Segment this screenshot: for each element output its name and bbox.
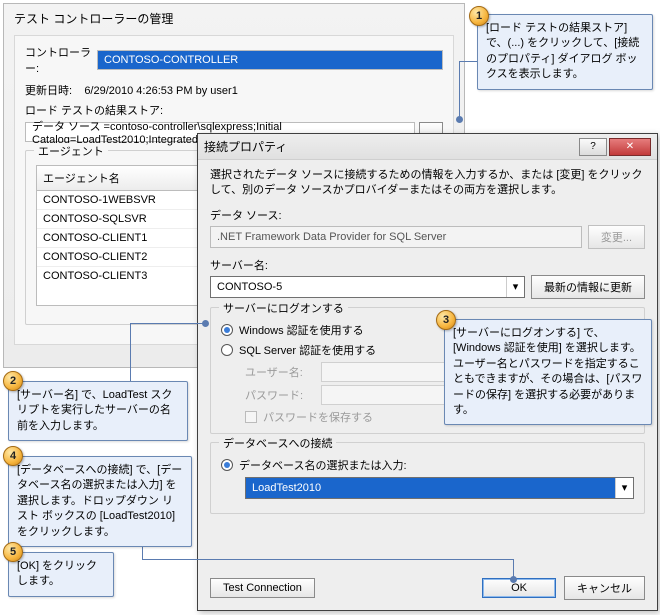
window-title: テスト コントローラーの管理 [4,4,464,35]
windows-auth-radio[interactable] [221,324,233,336]
callout-badge-2: 2 [3,371,23,391]
chevron-down-icon[interactable]: ▾ [615,478,633,498]
callout-2: [サーバー名] で、LoadTest スクリプトを実行したサーバーの名前を入力し… [8,381,188,441]
dialog-title: 接続プロパティ [204,138,577,155]
database-combo[interactable]: LoadTest2010 ▾ [245,477,634,499]
help-button[interactable]: ? [579,138,607,156]
sql-auth-label[interactable]: SQL Server 認証を使用する [239,342,376,358]
callout-3: [サーバーにログオンする] で、[Windows 認証を使用] を選択します。ユ… [444,319,652,425]
agents-legend: エージェント [34,143,108,159]
save-password-checkbox [245,411,257,423]
callout-badge-3: 3 [436,310,456,330]
database-group: データベースへの接続 データベース名の選択または入力: LoadTest2010… [210,442,645,514]
windows-auth-label[interactable]: Windows 認証を使用する [239,322,364,338]
logon-legend: サーバーにログオンする [219,300,348,316]
dialog-titlebar: 接続プロパティ ? ✕ [198,134,657,160]
controller-label: コントローラー: [25,44,97,76]
server-name-label: サーバー名: [210,257,645,273]
callout-badge-5: 5 [3,542,23,562]
callout-badge-4: 4 [3,446,23,466]
password-label: パスワード: [245,387,315,403]
refresh-button[interactable]: 最新の情報に更新 [531,275,645,299]
dialog-description: 選択されたデータ ソースに接続するための情報を入力するか、または [変更] をク… [210,168,645,199]
callout-1: [ロード テストの結果ストア] で、(...) をクリックして、[接続のプロパテ… [477,14,653,90]
close-button[interactable]: ✕ [609,138,651,156]
cancel-button[interactable]: キャンセル [564,576,645,600]
server-name-combo[interactable]: CONTOSO-5 ▾ [210,276,525,298]
chevron-down-icon[interactable]: ▾ [506,277,524,297]
database-legend: データベースへの接続 [219,435,336,451]
callout-5: [OK] をクリックします。 [8,552,114,597]
test-connection-button[interactable]: Test Connection [210,578,315,598]
database-value: LoadTest2010 [246,478,615,498]
callout-4: [データベースへの接続] で、[データベース名の選択または入力] を選択します。… [8,456,192,547]
updated-value: 6/29/2010 4:26:53 PM by user1 [84,85,238,97]
callout-badge-1: 1 [469,6,489,26]
sql-auth-radio[interactable] [221,344,233,356]
updated-label: 更新日時: [25,85,72,97]
data-source-label: データ ソース: [210,207,645,223]
username-label: ユーザー名: [245,364,315,380]
db-name-radio[interactable] [221,459,233,471]
result-store-label: ロード テストの結果ストア: [25,102,443,118]
server-name-value: CONTOSO-5 [217,281,282,293]
ok-button[interactable]: OK [482,578,556,598]
data-source-input: .NET Framework Data Provider for SQL Ser… [210,226,582,248]
save-password-label: パスワードを保存する [263,409,373,425]
db-name-label[interactable]: データベース名の選択または入力: [239,457,407,473]
controller-combo[interactable]: CONTOSO-CONTROLLER [97,50,443,70]
change-button[interactable]: 変更... [588,225,645,249]
